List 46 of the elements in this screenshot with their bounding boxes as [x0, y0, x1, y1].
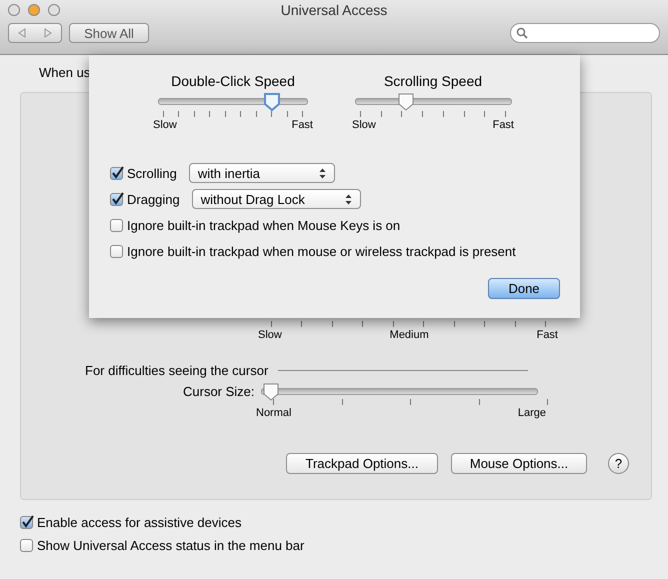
slider-title: Scrolling Speed: [384, 73, 482, 89]
slider-thumb[interactable]: [262, 382, 280, 402]
checkbox[interactable]: [20, 539, 33, 552]
checkbox-label: Dragging: [127, 192, 180, 206]
checkbox-label: Ignore built-in trackpad when Mouse Keys is on: [127, 218, 400, 232]
slider-label: Fast: [492, 119, 514, 131]
slider-label: Slow: [352, 119, 376, 131]
checkbox-label: Show Universal Access status in the menu bar: [37, 538, 304, 553]
options-button[interactable]: Trackpad Options...: [286, 453, 438, 474]
section-heading: For difficulties seeing the cursor: [85, 363, 268, 378]
checkbox-label: Ignore built-in trackpad when mouse or wireless trackpad is present: [127, 244, 516, 258]
show-all-button[interactable]: Show All: [69, 23, 149, 43]
popup-button[interactable]: with inertia: [188, 163, 335, 183]
slider-label: Fast: [292, 119, 313, 131]
back-forward-control[interactable]: [8, 23, 62, 43]
search-icon: [516, 27, 528, 39]
slider-thumb[interactable]: [396, 92, 415, 112]
help-button[interactable]: ?: [608, 453, 629, 474]
checkbox[interactable]: [110, 192, 123, 206]
checkbox[interactable]: [20, 516, 33, 529]
slider-label: Normal: [256, 407, 292, 419]
zoom-button[interactable]: [48, 4, 60, 16]
checkbox[interactable]: [110, 218, 123, 232]
slider-label: Large: [518, 407, 546, 419]
checkbox[interactable]: [110, 166, 123, 180]
search-field[interactable]: [510, 23, 660, 43]
minimize-button[interactable]: [28, 4, 40, 16]
checkbox-label: Enable access for assistive devices: [37, 515, 242, 530]
slider-thumb[interactable]: [263, 92, 281, 112]
slider-label: Slow: [153, 119, 177, 131]
slider-label: Fast: [536, 329, 558, 341]
window-title: Universal Access: [280, 1, 388, 18]
popup-button[interactable]: without Drag Lock: [192, 189, 361, 209]
cursor-size-label: Cursor Size:: [183, 384, 255, 399]
checkbox-label: Scrolling: [127, 166, 177, 180]
slider-label: Medium: [390, 329, 429, 341]
forward-icon: [44, 28, 52, 38]
slider-label: Slow: [258, 329, 282, 341]
checkbox[interactable]: [110, 244, 123, 258]
slider-title: Double-Click Speed: [171, 73, 295, 89]
back-icon: [18, 28, 26, 38]
updown-arrows-icon: [344, 194, 352, 204]
close-button[interactable]: [8, 4, 20, 16]
options-button[interactable]: Mouse Options...: [451, 453, 587, 474]
done-button[interactable]: Done: [488, 278, 560, 299]
updown-arrows-icon: [318, 168, 326, 178]
